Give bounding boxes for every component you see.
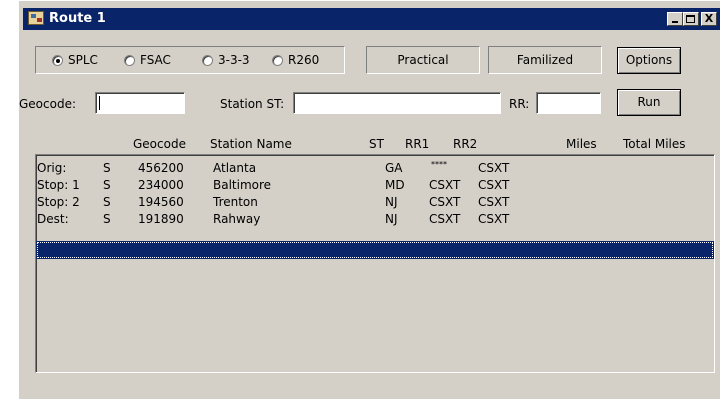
radio-333[interactable]: 3-3-3 xyxy=(202,53,250,67)
rr-input[interactable] xyxy=(536,92,601,114)
station-name: Baltimore xyxy=(213,178,272,192)
window-title: Route 1 xyxy=(49,11,106,26)
route-window: Route 1 X SPLC FSAC 3-3-3 R260 Practical… xyxy=(18,0,720,399)
geocode-label: Geocode: xyxy=(19,97,77,111)
minimize-icon xyxy=(672,21,678,23)
app-icon xyxy=(28,11,44,25)
list-row[interactable]: Stop: 2 S 194560 Trenton NJ CSXT CSXT xyxy=(36,193,714,211)
station-name: Trenton xyxy=(213,195,258,209)
radio-label: 3-3-3 xyxy=(218,53,250,67)
station-st-input[interactable] xyxy=(293,92,501,114)
stop-type: Stop: 2 xyxy=(37,195,80,209)
geocode: 191890 xyxy=(138,212,184,226)
close-button[interactable]: X xyxy=(701,12,717,26)
rr2: CSXT xyxy=(478,161,510,175)
rr-label: RR: xyxy=(509,97,530,111)
radio-button-icon xyxy=(52,54,63,66)
geocode: 456200 xyxy=(138,161,184,175)
state: NJ xyxy=(385,212,398,226)
column-header-rr1[interactable]: RR1 xyxy=(405,137,429,151)
rr1: **** xyxy=(431,160,447,169)
geocode: 234000 xyxy=(138,178,184,192)
column-header-rr2[interactable]: RR2 xyxy=(453,137,477,151)
radio-r260[interactable]: R260 xyxy=(272,53,319,67)
maximize-icon xyxy=(686,15,695,23)
state: GA xyxy=(385,161,403,175)
radio-label: SPLC xyxy=(68,53,98,67)
column-header-miles[interactable]: Miles xyxy=(566,137,597,151)
rr2: CSXT xyxy=(478,195,510,209)
station-st-label: Station ST: xyxy=(220,97,285,111)
maximize-button[interactable] xyxy=(683,12,699,26)
station-name: Atlanta xyxy=(213,161,257,175)
route-list[interactable]: Orig: S 456200 Atlanta GA **** CSXT Stop… xyxy=(35,154,715,373)
title-bar[interactable]: Route 1 X xyxy=(23,8,720,30)
column-header-st[interactable]: ST xyxy=(369,137,384,151)
rr1: CSXT xyxy=(429,212,461,226)
geocode: 194560 xyxy=(138,195,184,209)
list-row[interactable]: Dest: S 191890 Rahway NJ CSXT CSXT xyxy=(36,210,714,228)
flag: S xyxy=(103,161,111,175)
rr1: CSXT xyxy=(429,178,461,192)
radio-fsac[interactable]: FSAC xyxy=(124,53,171,67)
column-header-geocode[interactable]: Geocode xyxy=(133,137,186,151)
flag: S xyxy=(103,195,111,209)
station-name: Rahway xyxy=(213,212,261,226)
radio-splc[interactable]: SPLC xyxy=(52,53,98,67)
options-button[interactable]: Options xyxy=(617,47,681,74)
stop-type: Dest: xyxy=(37,212,69,226)
rr2: CSXT xyxy=(478,212,510,226)
geocode-input[interactable] xyxy=(95,92,185,114)
flag: S xyxy=(103,212,111,226)
stop-type: Stop: 1 xyxy=(37,178,80,192)
state: MD xyxy=(385,178,405,192)
column-header-total-miles[interactable]: Total Miles xyxy=(623,137,686,151)
state: NJ xyxy=(385,195,398,209)
selected-empty-row[interactable] xyxy=(36,241,714,259)
practical-toggle[interactable]: Practical xyxy=(366,46,480,74)
radio-button-icon xyxy=(124,54,135,66)
run-button[interactable]: Run xyxy=(617,89,681,116)
radio-button-icon xyxy=(202,54,213,66)
stop-type: Orig: xyxy=(37,161,67,175)
text-caret xyxy=(99,96,100,110)
list-row[interactable]: Stop: 1 S 234000 Baltimore MD CSXT CSXT xyxy=(36,176,714,194)
radio-button-icon xyxy=(272,54,283,66)
format-radio-group: SPLC FSAC 3-3-3 R260 xyxy=(35,46,345,74)
familized-toggle[interactable]: Familized xyxy=(488,46,602,74)
radio-label: FSAC xyxy=(140,53,171,67)
column-header-station-name[interactable]: Station Name xyxy=(210,137,292,151)
radio-label: R260 xyxy=(288,53,320,67)
rr2: CSXT xyxy=(478,178,510,192)
flag: S xyxy=(103,178,111,192)
minimize-button[interactable] xyxy=(667,12,683,26)
list-row[interactable]: Orig: S 456200 Atlanta GA **** CSXT xyxy=(36,159,714,177)
close-icon: X xyxy=(704,12,714,25)
rr1: CSXT xyxy=(429,195,461,209)
